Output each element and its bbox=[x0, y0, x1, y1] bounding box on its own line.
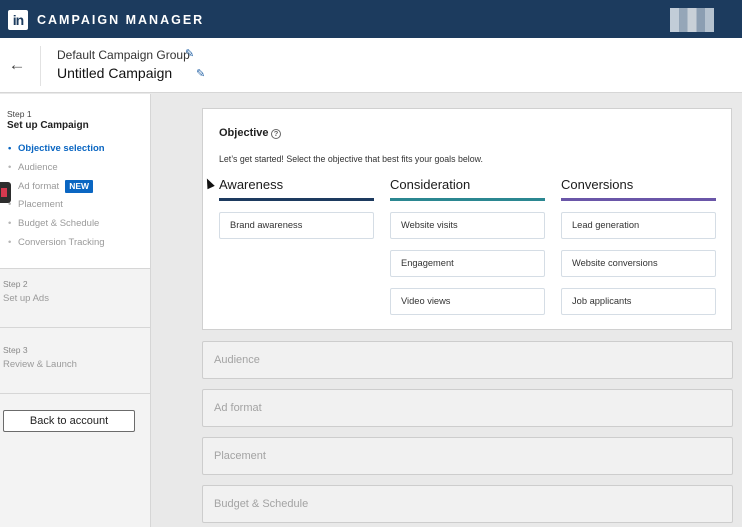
column-heading: Conversions bbox=[561, 177, 634, 192]
step-1-substeps: Objective selection Audience Ad format NE… bbox=[8, 142, 105, 255]
substep-label: Placement bbox=[18, 199, 63, 211]
pencil-icon[interactable]: ✎ bbox=[196, 67, 205, 80]
objective-title: Objective bbox=[219, 127, 269, 139]
substep-audience[interactable]: Audience bbox=[8, 161, 105, 180]
consideration-column: Consideration Website visits Engagement … bbox=[390, 177, 545, 315]
pencil-icon[interactable]: ✎ bbox=[185, 47, 194, 60]
objective-option-website-visits[interactable]: Website visits bbox=[390, 212, 545, 239]
objective-option-job-applicants[interactable]: Job applicants bbox=[561, 288, 716, 315]
step-1-block: Step 1 Set up Campaign Objective selecti… bbox=[0, 94, 150, 269]
section-audience[interactable]: Audience bbox=[202, 341, 733, 379]
new-badge: NEW bbox=[65, 179, 94, 193]
awareness-column: Awareness Brand awareness bbox=[219, 177, 374, 239]
objective-option-lead-generation[interactable]: Lead generation bbox=[561, 212, 716, 239]
question-circle-icon[interactable]: ? bbox=[271, 129, 281, 139]
substep-objective-selection[interactable]: Objective selection bbox=[8, 142, 105, 161]
top-bar: in CAMPAIGN MANAGER bbox=[0, 0, 742, 38]
objective-option-video-views[interactable]: Video views bbox=[390, 288, 545, 315]
step-3-block[interactable]: Step 3 Review & Launch bbox=[0, 335, 150, 394]
campaign-group-name: Default Campaign Group bbox=[57, 48, 190, 62]
column-heading: Consideration bbox=[390, 177, 471, 192]
app-title: CAMPAIGN MANAGER bbox=[37, 13, 205, 27]
step-3-title: Review & Launch bbox=[3, 359, 77, 370]
side-tab-icon[interactable] bbox=[0, 182, 11, 203]
substep-label: Ad format bbox=[18, 180, 60, 192]
step-2-title: Set up Ads bbox=[3, 293, 49, 304]
step-1-number: Step 1 bbox=[7, 109, 32, 119]
substep-label: Objective selection bbox=[18, 143, 105, 154]
objective-card: Objective ? Let’s get started! Select th… bbox=[202, 108, 732, 330]
column-underline bbox=[390, 198, 545, 201]
substep-label: Conversion Tracking bbox=[18, 236, 105, 248]
arrow-left-icon[interactable]: ← bbox=[6, 54, 28, 76]
section-ad-format[interactable]: Ad format bbox=[202, 389, 733, 427]
substep-ad-format[interactable]: Ad format NEW bbox=[8, 179, 105, 199]
column-underline bbox=[561, 198, 716, 201]
section-budget-schedule[interactable]: Budget & Schedule bbox=[202, 485, 733, 523]
substep-label: Audience bbox=[18, 161, 58, 173]
campaign-header: ← Default Campaign Group ✎ Untitled Camp… bbox=[0, 38, 742, 93]
section-placement[interactable]: Placement bbox=[202, 437, 733, 475]
objective-intro: Let’s get started! Select the objective … bbox=[219, 154, 483, 164]
steps-sidebar: Step 1 Set up Campaign Objective selecti… bbox=[0, 94, 151, 527]
column-underline bbox=[219, 198, 374, 201]
header-divider bbox=[40, 46, 41, 86]
conversions-column: Conversions Lead generation Website conv… bbox=[561, 177, 716, 315]
objective-option-engagement[interactable]: Engagement bbox=[390, 250, 545, 277]
substep-budget-schedule[interactable]: Budget & Schedule bbox=[8, 217, 105, 236]
linkedin-logo[interactable]: in bbox=[8, 10, 28, 30]
back-to-account-button[interactable]: Back to account bbox=[3, 410, 135, 432]
step-3-number: Step 3 bbox=[3, 345, 28, 355]
account-avatar[interactable] bbox=[670, 8, 714, 32]
step-2-number: Step 2 bbox=[3, 279, 28, 289]
substep-label: Budget & Schedule bbox=[18, 218, 100, 230]
substep-conversion-tracking[interactable]: Conversion Tracking bbox=[8, 236, 105, 255]
step-2-block[interactable]: Step 2 Set up Ads bbox=[0, 269, 150, 328]
substep-placement[interactable]: Placement bbox=[8, 198, 105, 217]
objective-option-website-conversions[interactable]: Website conversions bbox=[561, 250, 716, 277]
step-1-title: Set up Campaign bbox=[7, 120, 89, 131]
column-heading: Awareness bbox=[219, 177, 284, 192]
campaign-name: Untitled Campaign bbox=[57, 65, 173, 81]
objective-option-brand-awareness[interactable]: Brand awareness bbox=[219, 212, 374, 239]
